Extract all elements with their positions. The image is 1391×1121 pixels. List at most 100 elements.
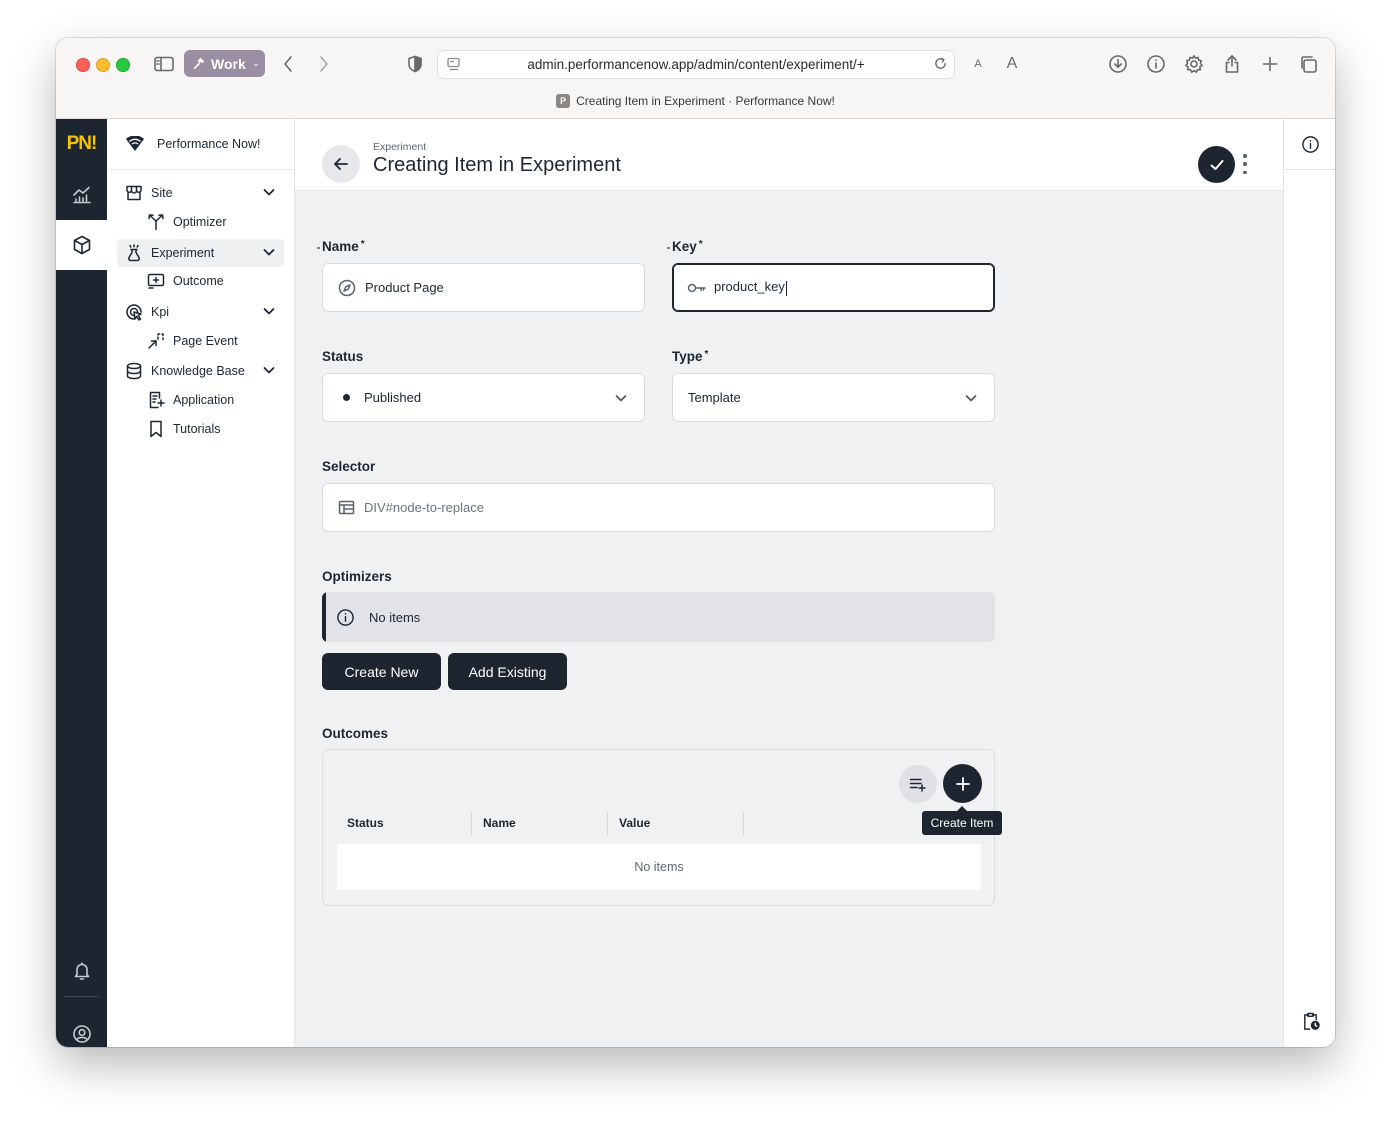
more-options-button[interactable] xyxy=(1239,154,1251,174)
status-select[interactable]: Published xyxy=(322,373,645,422)
rail-insights[interactable] xyxy=(56,170,107,220)
privacy-report-button[interactable] xyxy=(404,52,426,76)
reader-smaller-text-button[interactable]: A xyxy=(970,52,986,76)
name-label: Name * xyxy=(322,239,365,254)
rail-user-profile[interactable] xyxy=(56,1010,107,1047)
gear-icon xyxy=(1185,55,1203,73)
profile-switcher[interactable]: Work ⌄ xyxy=(184,50,265,77)
key-icon xyxy=(687,283,706,292)
outcomes-table: Status Name Value No items xyxy=(322,749,995,906)
arrow-left-icon xyxy=(334,158,348,170)
app-logo[interactable]: PN! xyxy=(56,119,107,169)
extensions-button[interactable] xyxy=(1182,52,1206,76)
key-input[interactable]: product_key xyxy=(672,263,995,312)
clipboard-history-button[interactable] xyxy=(1284,1009,1335,1033)
compass-icon xyxy=(338,279,356,296)
nav-item-outcome[interactable]: Outcome xyxy=(139,267,284,295)
nav-item-kpi[interactable]: Kpi xyxy=(117,298,284,326)
address-bar[interactable]: admin.performancenow.app/admin/content/e… xyxy=(437,50,955,79)
target-cursor-icon xyxy=(126,304,142,321)
name-edited-indicator xyxy=(317,247,320,249)
column-header-name[interactable]: Name xyxy=(483,812,516,834)
create-item-button[interactable] xyxy=(943,764,982,803)
column-header-status[interactable]: Status xyxy=(347,812,384,834)
more-dot xyxy=(1243,170,1247,174)
tab-title-text: Creating Item in Experiment · Performanc… xyxy=(576,94,835,108)
fork-icon xyxy=(148,214,164,231)
nav-item-label: Kpi xyxy=(151,305,170,319)
selector-input[interactable]: DIV#node-to-replace xyxy=(322,483,995,532)
flask-icon xyxy=(128,244,140,262)
database-icon xyxy=(126,362,142,380)
info-icon xyxy=(1301,135,1319,153)
page-info-button[interactable] xyxy=(1144,52,1168,76)
sidebar-icon xyxy=(154,56,174,72)
new-tab-button[interactable] xyxy=(1258,52,1282,76)
column-resize-handle[interactable] xyxy=(607,812,608,835)
optimizers-label: Optimizers xyxy=(322,569,392,584)
page-settings-icon[interactable] xyxy=(446,56,462,75)
page-title: Creating Item in Experiment xyxy=(373,154,621,176)
add-to-screen-icon xyxy=(147,273,165,289)
chevron-down-icon[interactable] xyxy=(262,185,276,199)
name-input[interactable]: Product Page xyxy=(322,263,645,312)
project-brand[interactable]: Performance Now! xyxy=(107,119,294,170)
chevron-right-icon xyxy=(320,56,328,72)
status-value: Published xyxy=(364,390,422,405)
type-select[interactable]: Template xyxy=(672,373,995,422)
reload-icon[interactable] xyxy=(933,56,948,74)
tab-overview-button[interactable] xyxy=(1296,52,1320,76)
column-resize-handle[interactable] xyxy=(743,812,744,835)
downloads-button[interactable] xyxy=(1106,52,1130,76)
browser-forward-button[interactable] xyxy=(314,52,334,76)
nav-item-page-event[interactable]: Page Event xyxy=(139,327,284,355)
column-resize-handle[interactable] xyxy=(471,812,472,835)
nav-item-label: Site xyxy=(151,186,173,200)
chevron-down-icon[interactable] xyxy=(262,304,276,318)
nav-item-knowledge-base[interactable]: Knowledge Base xyxy=(117,357,284,385)
nav-item-application[interactable]: Application xyxy=(139,386,284,414)
module-rail: PN! xyxy=(56,119,107,1047)
breadcrumb[interactable]: Experiment xyxy=(373,141,426,153)
chevron-down-icon: ⌄ xyxy=(251,58,261,69)
rail-notifications[interactable] xyxy=(56,946,107,996)
column-settings-button[interactable] xyxy=(899,765,937,803)
reader-larger-text-button[interactable]: A xyxy=(1004,52,1020,76)
share-icon xyxy=(1225,55,1239,73)
zoom-window-button[interactable] xyxy=(116,58,130,72)
selector-label: Selector xyxy=(322,459,376,474)
add-existing-button[interactable]: Add Existing xyxy=(448,653,567,690)
back-button[interactable] xyxy=(322,145,360,183)
sidebar-toggle-button[interactable] xyxy=(152,52,176,76)
chevron-down-icon xyxy=(615,395,627,402)
column-header-value[interactable]: Value xyxy=(619,812,650,834)
document-sparkle-icon xyxy=(149,391,165,409)
tabs-overview-icon xyxy=(1300,55,1317,73)
nav-item-tutorials[interactable]: Tutorials xyxy=(139,415,284,443)
save-button[interactable] xyxy=(1198,146,1235,183)
nav-item-experiment[interactable]: Experiment xyxy=(117,239,284,267)
chevron-down-icon[interactable] xyxy=(262,245,276,259)
type-label: Type * xyxy=(672,349,709,364)
notice-text: No items xyxy=(369,609,421,625)
rail-content[interactable] xyxy=(56,220,107,270)
signal-logo-icon xyxy=(126,136,144,151)
close-window-button[interactable] xyxy=(76,58,90,72)
nav-item-label: Page Event xyxy=(173,334,238,348)
shield-icon xyxy=(408,55,422,73)
nav-item-optimizer[interactable]: Optimizer xyxy=(139,208,284,236)
browser-back-button[interactable] xyxy=(278,52,298,76)
info-icon xyxy=(337,608,354,626)
check-icon xyxy=(1210,159,1223,170)
minimize-window-button[interactable] xyxy=(96,58,110,72)
chevron-down-icon[interactable] xyxy=(262,363,276,377)
share-button[interactable] xyxy=(1220,52,1244,76)
create-new-button[interactable]: Create New xyxy=(322,653,441,690)
info-panel-toggle[interactable] xyxy=(1284,119,1335,170)
nav-item-site[interactable]: Site xyxy=(117,179,284,207)
create-item-tooltip: Create Item xyxy=(922,806,1002,835)
sidebar-info-panel xyxy=(1283,119,1335,1047)
nav-item-label: Outcome xyxy=(173,274,224,288)
playlist-add-icon xyxy=(909,778,926,792)
active-tab[interactable]: P Creating Item in Experiment · Performa… xyxy=(56,94,1335,108)
